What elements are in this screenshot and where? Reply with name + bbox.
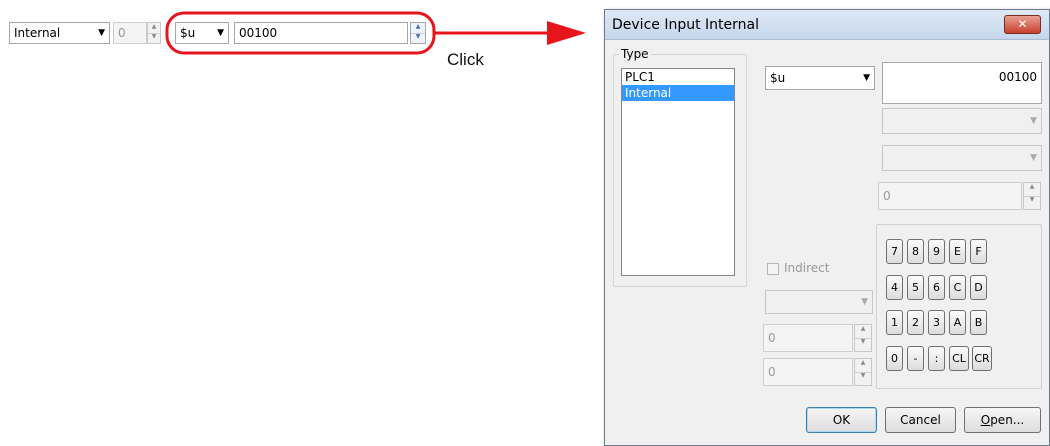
click-label: Click — [447, 50, 484, 69]
device-select[interactable]: $u ▼ — [765, 66, 875, 90]
spin-down-icon: ▼ — [1029, 196, 1035, 203]
keypad: 7 8 9 E F 4 5 6 C D 1 2 3 A B 0 - : CL C… — [876, 224, 1042, 389]
number-input-spinner: ▲ ▼ — [1023, 182, 1041, 210]
open-button-label: Open... — [980, 413, 1025, 427]
key-cl[interactable]: CL — [949, 346, 969, 371]
key-a[interactable]: A — [949, 310, 966, 335]
spin-up-icon: ▲ — [855, 359, 871, 373]
key-5[interactable]: 5 — [907, 275, 924, 300]
close-button[interactable]: ✕ — [1004, 15, 1041, 34]
indirect-field-1-value: 0 — [768, 331, 776, 345]
indirect-spinner-1: ▲ ▼ — [854, 324, 872, 352]
key-3[interactable]: 3 — [928, 310, 945, 335]
type-list-item-plc1[interactable]: PLC1 — [622, 69, 734, 85]
type-list-item-internal[interactable]: Internal — [622, 85, 734, 101]
key-minus[interactable]: - — [907, 346, 924, 371]
type-group-label: Type — [619, 47, 651, 61]
key-cr[interactable]: CR — [972, 346, 992, 371]
key-4[interactable]: 4 — [886, 275, 903, 300]
open-button[interactable]: Open... — [964, 407, 1041, 433]
key-d[interactable]: D — [970, 275, 987, 300]
indirect-field-2-value: 0 — [768, 365, 776, 379]
device-input-dialog: Device Input Internal ✕ Type PLC1 Intern… — [604, 9, 1050, 446]
spin-down-icon: ▼ — [860, 338, 866, 345]
cancel-button[interactable]: Cancel — [885, 407, 956, 433]
ok-button[interactable]: OK — [806, 407, 877, 433]
arrow-head-icon — [547, 21, 586, 45]
sub-select-2: ▼ — [882, 145, 1042, 171]
sub-select-1: ▼ — [882, 108, 1042, 134]
dialog-titlebar[interactable]: Device Input Internal ✕ — [605, 10, 1049, 40]
spin-up-icon: ▲ — [1024, 183, 1040, 197]
indirect-select: ▼ — [765, 290, 873, 314]
number-input: 0 — [878, 182, 1022, 210]
chevron-down-icon: ▼ — [863, 73, 870, 83]
indirect-field-1: 0 — [763, 324, 853, 352]
key-0[interactable]: 0 — [886, 346, 903, 371]
type-listbox[interactable]: PLC1 Internal — [621, 68, 735, 276]
address-input-value: 00100 — [998, 70, 1037, 84]
key-6[interactable]: 6 — [928, 275, 945, 300]
spin-up-icon: ▲ — [855, 325, 871, 339]
highlight-outline — [165, 11, 436, 55]
chevron-down-icon: ▼ — [1030, 116, 1037, 126]
key-8[interactable]: 8 — [907, 239, 924, 264]
indirect-checkbox[interactable] — [767, 263, 779, 275]
key-c[interactable]: C — [949, 275, 966, 300]
chevron-down-icon: ▼ — [861, 297, 868, 307]
key-1[interactable]: 1 — [886, 310, 903, 335]
ok-button-label: OK — [832, 413, 851, 427]
spin-down-icon: ▼ — [860, 372, 866, 379]
key-f[interactable]: F — [970, 239, 987, 264]
key-colon[interactable]: : — [928, 346, 945, 371]
indirect-spinner-2: ▲ ▼ — [854, 358, 872, 386]
address-input[interactable]: 00100 — [882, 62, 1042, 104]
device-select-value: $u — [770, 71, 786, 85]
key-2[interactable]: 2 — [907, 310, 924, 335]
key-9[interactable]: 9 — [928, 239, 945, 264]
indirect-label: Indirect — [784, 261, 830, 275]
cancel-button-label: Cancel — [900, 413, 941, 427]
number-input-value: 0 — [883, 189, 891, 203]
indirect-field-2: 0 — [763, 358, 853, 386]
key-7[interactable]: 7 — [886, 239, 903, 264]
close-icon: ✕ — [1017, 17, 1028, 31]
dialog-title: Device Input Internal — [612, 17, 759, 33]
key-e[interactable]: E — [949, 239, 966, 264]
chevron-down-icon: ▼ — [1030, 153, 1037, 163]
key-b[interactable]: B — [970, 310, 987, 335]
